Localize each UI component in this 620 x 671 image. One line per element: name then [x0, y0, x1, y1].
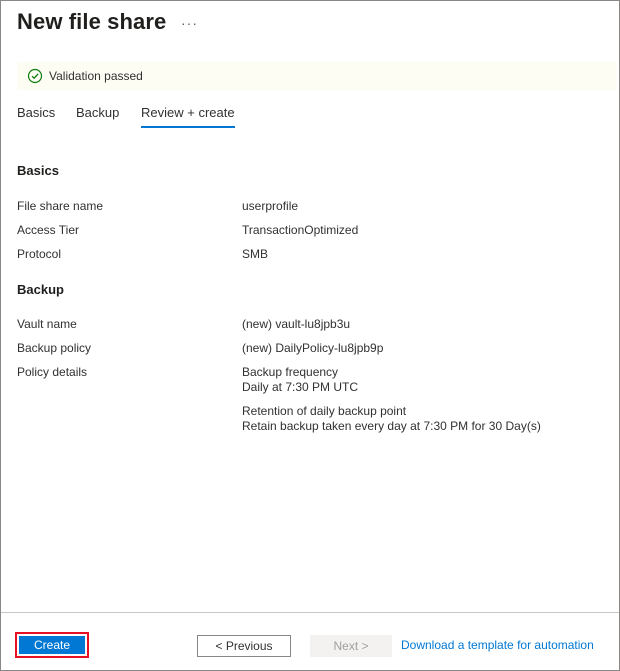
label-protocol: Protocol [17, 247, 62, 261]
tab-basics[interactable]: Basics [17, 105, 55, 120]
download-template-link[interactable]: Download a template for automation [401, 638, 594, 652]
next-button: Next > [310, 635, 392, 657]
check-circle-icon [27, 68, 43, 84]
value-backup-frequency-title: Backup frequency [242, 365, 339, 379]
value-retention: Retain backup taken every day at 7:30 PM… [242, 419, 541, 433]
page-title: New file share [17, 9, 167, 34]
label-file-share-name: File share name [17, 199, 104, 213]
value-file-share-name: userprofile [242, 199, 299, 213]
value-retention-title: Retention of daily backup point [242, 404, 407, 418]
value-backup-frequency: Daily at 7:30 PM UTC [242, 380, 359, 394]
value-protocol: SMB [242, 247, 269, 261]
value-vault-name: (new) vault-lu8jpb3u [242, 317, 351, 331]
section-heading-basics: Basics [17, 163, 59, 178]
tab-backup[interactable]: Backup [76, 105, 119, 120]
validation-banner: Validation passed [17, 62, 617, 90]
value-backup-policy: (new) DailyPolicy-lu8jpb9p [242, 341, 384, 355]
value-access-tier: TransactionOptimized [242, 223, 359, 237]
validation-text: Validation passed [49, 69, 143, 83]
label-backup-policy: Backup policy [17, 341, 92, 355]
label-access-tier: Access Tier [17, 223, 80, 237]
tab-review-create-label: Review + create [141, 105, 235, 120]
label-policy-details: Policy details [17, 365, 88, 379]
more-options-icon[interactable]: ··· [181, 15, 198, 31]
footer-divider [1, 612, 619, 613]
previous-button[interactable]: < Previous [197, 635, 291, 657]
blade-panel: New file share ··· Validation passed Bas… [0, 0, 620, 671]
create-button[interactable]: Create [19, 636, 85, 654]
section-heading-backup: Backup [17, 282, 64, 297]
label-vault-name: Vault name [17, 317, 77, 331]
tab-review-create[interactable]: Review + create [141, 105, 235, 128]
active-tab-indicator [141, 126, 235, 128]
